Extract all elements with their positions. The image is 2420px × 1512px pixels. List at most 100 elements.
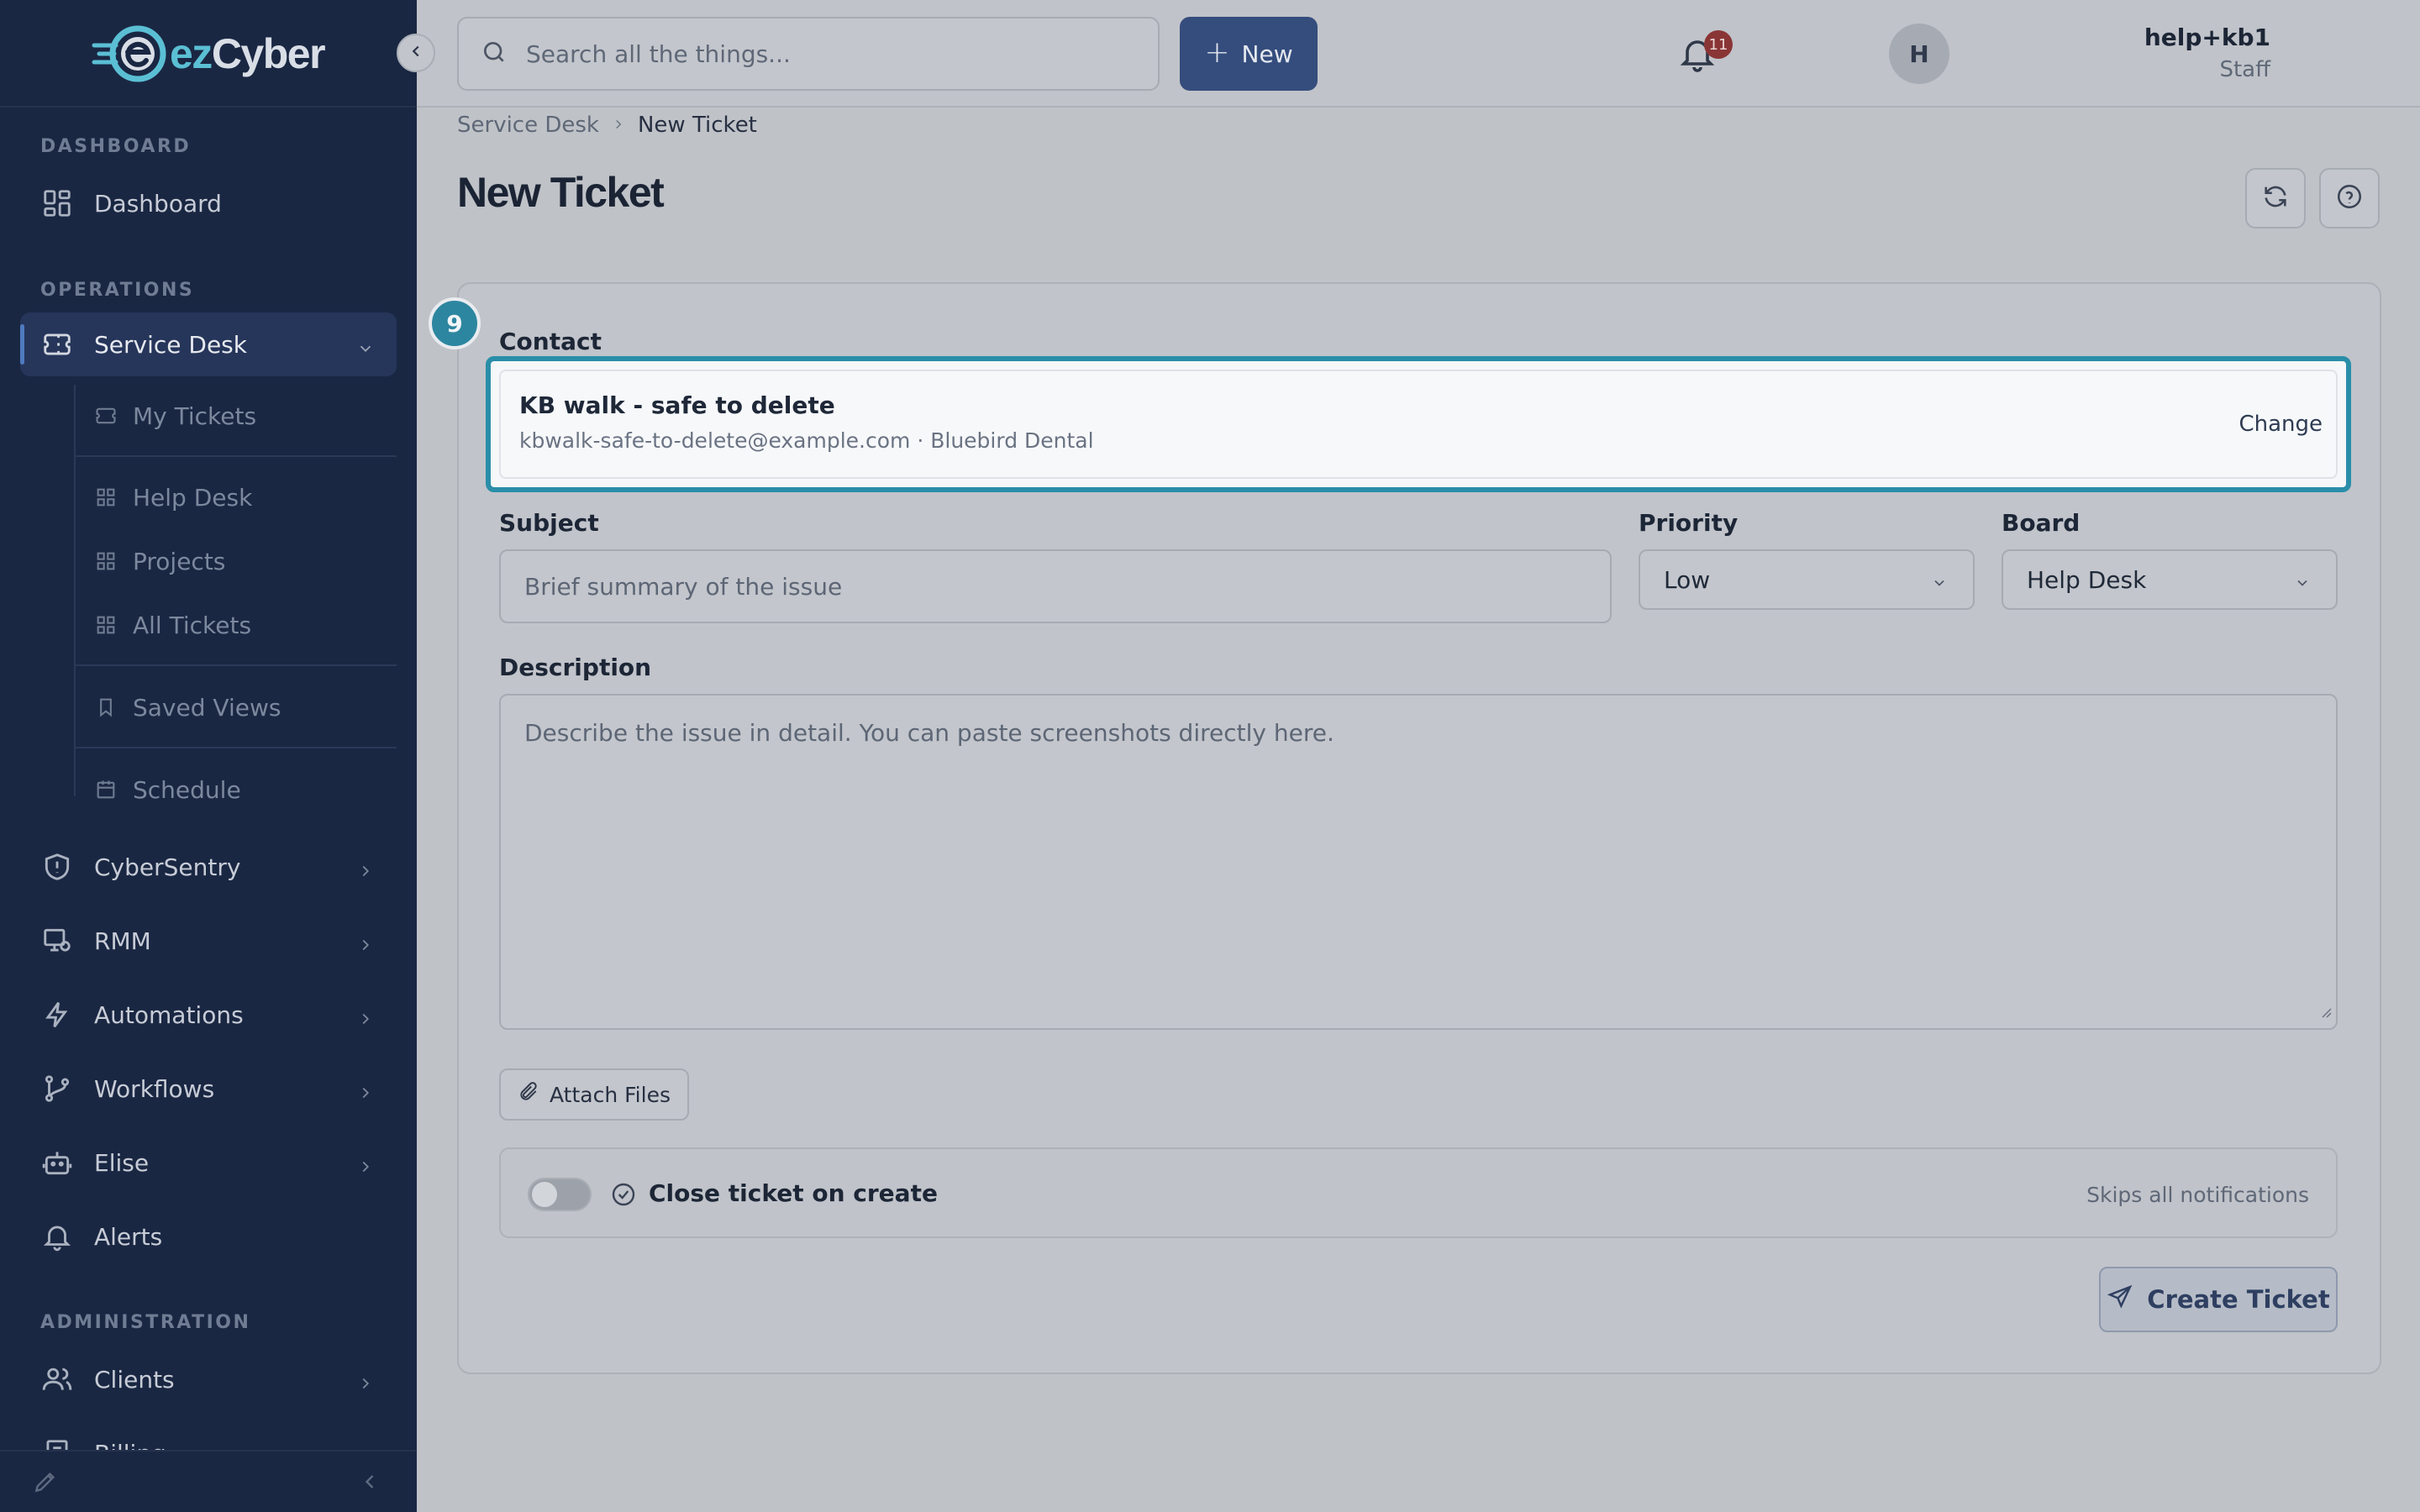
sidebar-item-clients[interactable]: Clients (20, 1347, 397, 1411)
breadcrumb-separator-icon (611, 113, 626, 138)
description-textarea[interactable] (524, 719, 2336, 1005)
attach-files-label: Attach Files (550, 1082, 671, 1107)
chevron-right-icon (356, 1006, 375, 1034)
close-on-create-row: Close ticket on create Skips all notific… (499, 1147, 2338, 1238)
sidebar: ezCyber DASHBOARD Dashboard OPERATIONS S… (0, 0, 417, 1512)
attach-files-button[interactable]: Attach Files (499, 1068, 689, 1121)
sidebar-item-service-desk[interactable]: Service Desk (20, 312, 397, 376)
grid-icon (40, 186, 74, 220)
subject-label: Subject (499, 509, 599, 537)
sidebar-item-elise[interactable]: Elise (20, 1131, 397, 1194)
board-value: Help Desk (2027, 565, 2147, 594)
lightning-icon (40, 998, 74, 1032)
description-label: Description (499, 654, 652, 681)
sidebar-item-label: Workflows (94, 1074, 215, 1103)
board-select[interactable]: Help Desk (2002, 549, 2338, 610)
sidebar-item-workflows[interactable]: Workflows (20, 1057, 397, 1121)
sidebar-divider (0, 106, 417, 108)
sidebar-item-automations[interactable]: Automations (20, 983, 397, 1047)
paperclip-icon (518, 1081, 550, 1108)
ezcyber-logo-icon (91, 20, 171, 87)
shield-icon (40, 850, 74, 884)
check-circle-icon (610, 1181, 637, 1211)
user-role: Staff (2219, 57, 2270, 82)
selected-contact-card[interactable]: KB walk - safe to delete kbwalk-safe-to-… (499, 370, 2338, 479)
close-on-create-toggle[interactable] (528, 1178, 592, 1211)
priority-value: Low (1664, 565, 1711, 594)
bookmark-icon (94, 696, 118, 719)
grid-icon (94, 549, 118, 573)
change-contact-link[interactable]: Change (2238, 412, 2323, 437)
sidebar-subitem-all-tickets[interactable]: All Tickets (94, 596, 397, 654)
sidebar-item-dashboard[interactable]: Dashboard (20, 171, 397, 235)
bell-icon (40, 1220, 74, 1253)
chevron-left-icon[interactable] (358, 1470, 381, 1497)
sidebar-subitem-label: Projects (133, 547, 226, 575)
sidebar-subitem-help-desk[interactable]: Help Desk (94, 468, 397, 527)
users-icon (40, 1362, 74, 1396)
grid-icon (94, 613, 118, 637)
user-name[interactable]: help+kb1 (2144, 24, 2270, 51)
resize-handle-icon[interactable] (2317, 997, 2333, 1025)
sidebar-item-label: Elise (94, 1148, 150, 1177)
sidebar-subitem-projects[interactable]: Projects (94, 532, 397, 591)
new-button-label: New (1241, 39, 1293, 68)
submenu-divider (74, 747, 397, 748)
edit-icon[interactable] (32, 1468, 59, 1499)
step-number-badge: 9 (429, 297, 481, 349)
sidebar-subitem-label: My Tickets (133, 402, 257, 430)
priority-label: Priority (1639, 509, 1739, 537)
subject-field[interactable] (499, 549, 1612, 623)
chevron-right-icon (356, 1154, 375, 1182)
chevron-down-icon (2294, 570, 2311, 597)
section-label-administration: ADMINISTRATION (40, 1312, 251, 1333)
ticket-icon (40, 328, 74, 361)
notification-count-badge: 11 (1704, 30, 1733, 59)
breadcrumb-link-service-desk[interactable]: Service Desk (457, 113, 599, 138)
sidebar-subitem-label: Schedule (133, 775, 241, 804)
sidebar-item-rmm[interactable]: RMM (20, 909, 397, 973)
chevron-down-icon (1931, 570, 1948, 597)
toggle-knob (532, 1182, 557, 1207)
refresh-button[interactable] (2245, 168, 2306, 228)
sidebar-subitem-label: All Tickets (133, 611, 252, 639)
search-input[interactable] (526, 39, 1131, 68)
plus-icon: + (1204, 34, 1230, 70)
new-button[interactable]: + New (1180, 17, 1318, 91)
section-label-operations: OPERATIONS (40, 280, 195, 301)
sidebar-item-alerts[interactable]: Alerts (20, 1205, 397, 1268)
contact-label: Contact (499, 328, 602, 355)
priority-select[interactable]: Low (1639, 549, 1975, 610)
avatar[interactable]: H (1889, 24, 1949, 84)
subject-input[interactable] (524, 572, 1610, 601)
monitor-gear-icon (40, 924, 74, 958)
breadcrumb: Service Desk New Ticket (457, 113, 757, 138)
contact-meta: kbwalk-safe-to-delete@example.com · Blue… (519, 428, 1094, 453)
robot-icon (40, 1146, 74, 1179)
search-icon (481, 39, 508, 69)
chevron-right-icon (356, 858, 375, 886)
close-on-create-note: Skips all notifications (2086, 1183, 2309, 1207)
submenu-divider (74, 664, 397, 666)
sidebar-footer (0, 1450, 417, 1512)
branch-icon (40, 1072, 74, 1105)
sidebar-subitem-schedule[interactable]: Schedule (94, 760, 397, 819)
sidebar-item-label: Service Desk (94, 330, 247, 359)
sidebar-item-label: RMM (94, 927, 151, 955)
help-button[interactable] (2319, 168, 2380, 228)
sidebar-item-label: Clients (94, 1365, 175, 1394)
sidebar-item-label: Automations (94, 1000, 244, 1029)
sidebar-item-label: CyberSentry (94, 853, 241, 881)
sidebar-item-label: Dashboard (94, 189, 222, 218)
description-field[interactable] (499, 694, 2338, 1030)
global-search[interactable] (457, 17, 1160, 91)
sidebar-subitem-saved-views[interactable]: Saved Views (94, 678, 397, 737)
sidebar-subitem-my-tickets[interactable]: My Tickets (94, 386, 397, 445)
create-ticket-button[interactable]: Create Ticket (2099, 1267, 2338, 1332)
sidebar-collapse-button[interactable] (397, 34, 435, 72)
contact-selector-highlight[interactable]: KB walk - safe to delete kbwalk-safe-to-… (486, 356, 2351, 492)
chevron-right-icon (356, 1371, 375, 1399)
sidebar-item-cybersentry[interactable]: CyberSentry (20, 835, 397, 899)
logo-wordmark: ezCyber (170, 30, 326, 77)
app-logo[interactable]: ezCyber (91, 20, 326, 87)
